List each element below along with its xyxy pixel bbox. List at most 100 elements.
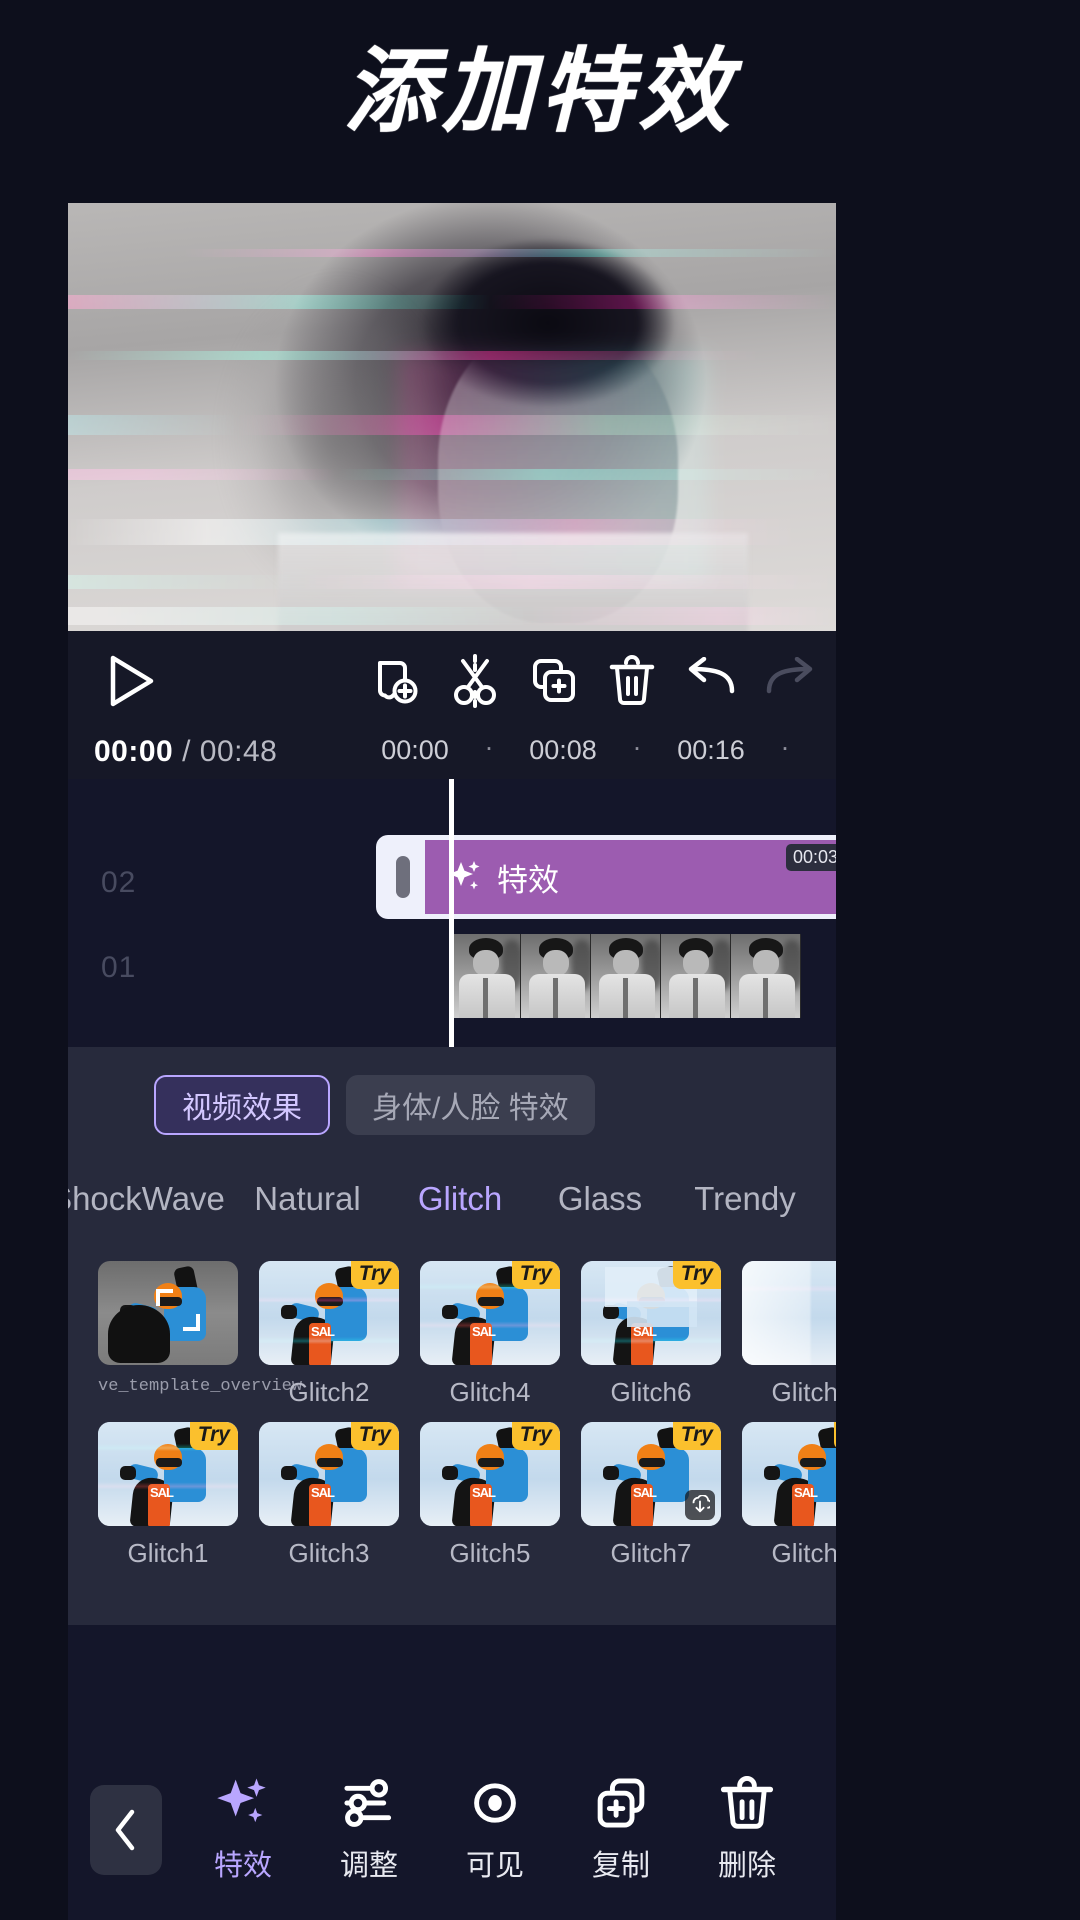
eye-icon — [474, 1783, 516, 1823]
video-thumbnail — [731, 934, 801, 1018]
glitch-band — [68, 469, 836, 480]
video-preview[interactable] — [68, 203, 836, 631]
duplicate-icon — [597, 1778, 645, 1828]
duplicate-icon — [532, 659, 575, 702]
add-keyframe-icon — [378, 661, 418, 704]
category-glitch[interactable]: Glitch — [390, 1180, 530, 1218]
effects-panel: 视频效果 身体/人脸 特效 ShockWave Natural Glitch G… — [68, 1047, 836, 1625]
effect-thumbnail[interactable]: SAL Try — [420, 1261, 560, 1365]
redo-button[interactable] — [762, 653, 818, 709]
add-keyframe-button[interactable] — [368, 653, 424, 709]
effect-label: Glitch2 — [288, 1377, 370, 1407]
effect-thumbnail[interactable]: SAL Try — [420, 1422, 560, 1526]
bottom-item-delete[interactable]: 删除 — [687, 1776, 807, 1884]
category-shockwave[interactable]: ShockWave — [68, 1180, 225, 1218]
glitch-band — [68, 295, 836, 309]
track-label-01: 01 — [101, 951, 137, 984]
bottom-item-effects[interactable]: 特效 — [183, 1776, 303, 1884]
effect-cell-glitch1[interactable]: SAL Try Glitch1 — [98, 1422, 238, 1569]
effect-label: ve_template_overview — [98, 1377, 303, 1396]
bottom-item-visible[interactable]: 可见 — [435, 1776, 555, 1884]
tab-body-face-effects[interactable]: 身体/人脸 特效 — [346, 1075, 595, 1135]
category-sc[interactable]: Sc — [820, 1180, 837, 1218]
effect-clip-duration: 00:03 — [785, 844, 836, 871]
effect-label: Glitch5 — [449, 1538, 531, 1568]
effect-cell-glitch7[interactable]: SAL Try Glitch7 — [581, 1422, 721, 1569]
timeline-ruler[interactable]: 00:00 · 00:08 · 00:16 · — [378, 733, 836, 771]
sparkle-icon — [217, 1778, 266, 1823]
glitch-band — [68, 607, 836, 625]
effect-label: Glitch3 — [288, 1538, 370, 1568]
bottom-item-label: 特效 — [213, 1850, 272, 1882]
category-glass[interactable]: Glass — [530, 1180, 670, 1218]
ruler-tick: 00:08 — [529, 735, 597, 765]
bottom-item-label: 可见 — [465, 1850, 524, 1882]
bottom-item-label: 复制 — [591, 1850, 650, 1882]
effect-thumbnail[interactable]: SAL Try — [581, 1261, 721, 1365]
time-separator: / — [182, 735, 191, 768]
page-title: 添加特效 — [343, 38, 736, 145]
back-button[interactable] — [90, 1785, 162, 1875]
effect-cell-glitch8[interactable]: Glitch8 — [742, 1261, 836, 1408]
split-button[interactable] — [447, 653, 503, 709]
chevron-left-icon — [115, 1809, 135, 1851]
video-thumbnail — [661, 934, 731, 1018]
ruler-tick: 00:00 — [381, 735, 449, 765]
video-thumbnail — [451, 934, 521, 1018]
timeline[interactable]: 02 01 特效 00:03 — [68, 779, 836, 1047]
video-clip[interactable] — [451, 934, 803, 1018]
effect-thumbnail[interactable]: SAL Try — [259, 1261, 399, 1365]
effect-thumbnail[interactable]: SAL Try — [98, 1422, 238, 1526]
app-window: 00:00 / 00:48 00:00 · 00:08 · 00:16 · 02… — [68, 203, 836, 1920]
effect-label: Glitch6 — [610, 1377, 692, 1407]
download-icon — [692, 1495, 710, 1513]
effect-cell-glitch2[interactable]: SAL Try Glitch2 — [259, 1261, 399, 1408]
current-time: 00:00 — [94, 735, 174, 768]
effect-cell-overview[interactable]: ve_template_overview — [98, 1261, 303, 1408]
effect-thumbnail[interactable]: SAL Try — [581, 1422, 721, 1526]
ruler-tick: 00:16 — [677, 735, 745, 765]
bottom-item-duplicate[interactable]: 复制 — [561, 1776, 681, 1884]
bottom-item-adjust[interactable]: 调整 — [309, 1776, 429, 1884]
effect-cell-glitch5[interactable]: SAL Try Glitch5 — [420, 1422, 560, 1569]
category-natural[interactable]: Natural — [225, 1180, 390, 1218]
tab-video-effects[interactable]: 视频效果 — [154, 1075, 330, 1135]
bottom-toolbar: 特效 调整 可见 复制 删除 — [68, 1740, 836, 1920]
track-label-02: 02 — [101, 866, 137, 899]
effect-label: Glitch8 — [771, 1377, 836, 1407]
play-button[interactable] — [104, 653, 160, 709]
preview-rgb-shift — [398, 353, 708, 583]
effect-cell-glitch6[interactable]: SAL Try Glitch6 — [581, 1261, 721, 1408]
effect-thumbnail[interactable] — [742, 1261, 836, 1365]
effects-grid: ve_template_overview SAL Try Glitch2 SAL… — [68, 1261, 836, 1569]
glitch-band — [68, 249, 836, 257]
download-button[interactable] — [685, 1490, 715, 1520]
effect-cell-glitch9[interactable]: SAL Try Glitch9 — [742, 1422, 836, 1569]
effect-category-tabs[interactable]: ShockWave Natural Glitch Glass Trendy Sc — [68, 1171, 836, 1227]
undo-button[interactable] — [683, 653, 739, 709]
delete-icon — [610, 655, 655, 705]
effect-clip[interactable]: 特效 00:03 — [376, 835, 836, 919]
effect-thumbnail[interactable] — [98, 1261, 238, 1365]
effect-clip-body[interactable]: 特效 00:03 — [425, 840, 836, 914]
effect-label: Glitch9 — [771, 1538, 836, 1568]
playhead[interactable] — [449, 779, 454, 1047]
category-trendy[interactable]: Trendy — [670, 1180, 820, 1218]
try-badge: Try — [350, 1261, 399, 1289]
effect-cell-glitch4[interactable]: SAL Try Glitch4 — [420, 1261, 560, 1408]
trash-icon — [720, 1776, 774, 1829]
handle-grip — [396, 856, 410, 898]
try-badge: Try — [672, 1422, 721, 1450]
try-badge: Try — [833, 1422, 836, 1450]
delete-button[interactable] — [604, 653, 660, 709]
effect-clip-label: 特效 — [497, 862, 559, 898]
effect-thumbnail[interactable]: SAL Try — [742, 1422, 836, 1526]
effect-thumbnail[interactable]: SAL Try — [259, 1422, 399, 1526]
try-badge: Try — [350, 1422, 399, 1450]
try-badge: Try — [511, 1422, 560, 1450]
duplicate-button[interactable] — [526, 653, 582, 709]
effect-label: Glitch1 — [127, 1538, 209, 1568]
effect-cell-glitch3[interactable]: SAL Try Glitch3 — [259, 1422, 399, 1569]
clip-trim-handle-left[interactable] — [381, 840, 425, 914]
sliders-icon — [344, 1779, 392, 1827]
